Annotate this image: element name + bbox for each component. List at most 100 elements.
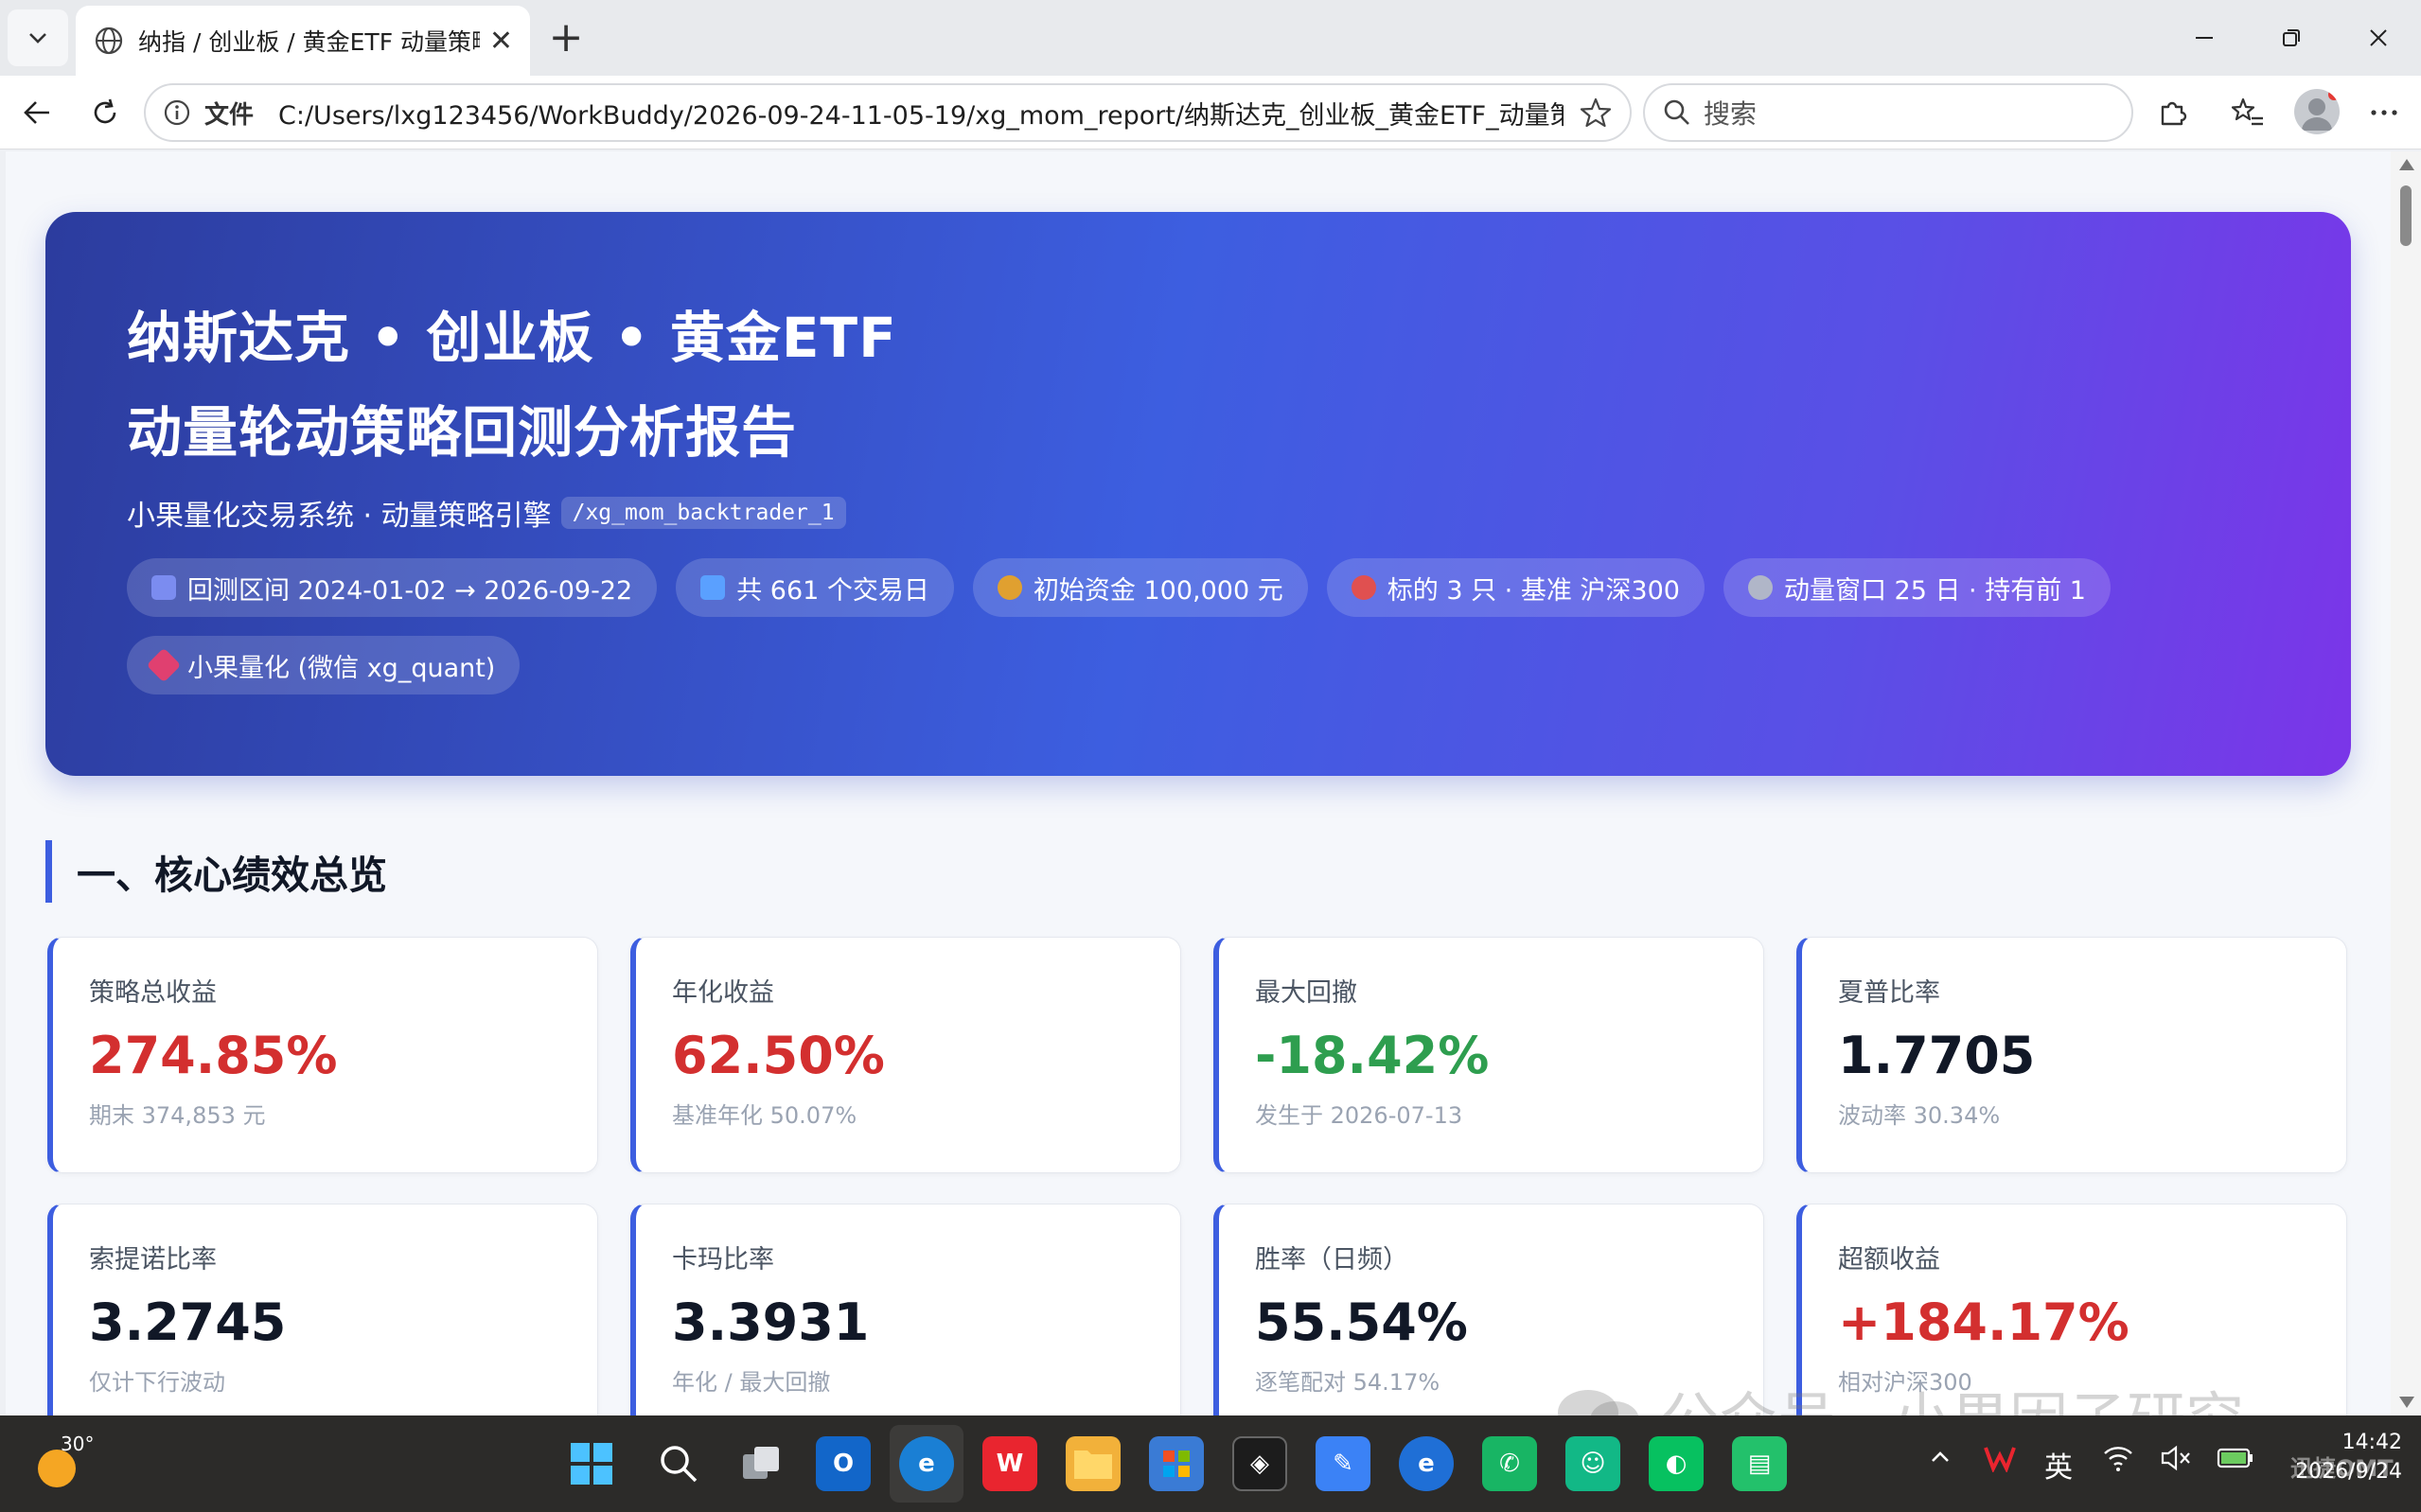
page-content[interactable]: 纳斯达克 • 创业板 • 黄金ETF 动量轮动策略回测分析报告 小果量化交易系统… (6, 151, 2391, 1415)
tab-title: 纳指 / 创业板 / 黄金ETF 动量策略回 (138, 28, 480, 56)
metric-value: -18.42% (1255, 1026, 1490, 1085)
battery-status[interactable] (2217, 1444, 2254, 1478)
metric-label: 最大回撤 (1255, 978, 1357, 1008)
chat-app[interactable]: ▤ (1732, 1436, 1787, 1491)
scroll-down-arrow-icon[interactable] (2399, 1397, 2414, 1408)
profile-avatar[interactable] (2294, 89, 2340, 134)
more-menu-button[interactable] (2360, 89, 2408, 136)
corner-watermark: 迅捷OMT (2290, 1455, 2394, 1482)
metric-label: 胜率（日频） (1255, 1245, 1408, 1275)
metric-card-sharpe-ratio: 夏普比率 1.7705 波动率 30.34% (1796, 937, 2347, 1173)
metric-card-calmar-ratio: 卡玛比率 3.3931 年化 / 最大回撤 (630, 1204, 1181, 1415)
wps-app[interactable]: W (982, 1436, 1037, 1491)
metric-subtext: 基准年化 50.07% (672, 1102, 857, 1129)
extensions-button[interactable] (2148, 89, 2196, 136)
dev-tool-app[interactable]: ◈ (1232, 1436, 1287, 1491)
close-icon (2370, 29, 2387, 46)
address-bar[interactable]: 文件 C:/Users/lxg123456/WorkBuddy/2026-09-… (144, 83, 1632, 142)
wechat-icon: ◐ (1665, 1450, 1688, 1478)
tray-wps-icon[interactable] (1984, 1444, 2016, 1480)
metric-label: 夏普比率 (1838, 978, 1940, 1008)
wifi-icon (2104, 1447, 2132, 1471)
report-title-line2: 动量轮动策略回测分析报告 (127, 400, 798, 465)
wps-tray-icon (1984, 1447, 2016, 1474)
back-button[interactable] (15, 91, 59, 134)
calendar-icon (151, 575, 176, 600)
chevron-down-icon (29, 33, 46, 44)
info-chip-row-2: 小果量化 (微信 xg_quant) (127, 636, 539, 694)
metric-subtext: 波动率 30.34% (1838, 1102, 2001, 1129)
task-view-button[interactable] (734, 1436, 789, 1491)
puzzle-icon (2161, 101, 2187, 126)
page-scrollbar[interactable] (2391, 151, 2421, 1415)
windows-logo-icon (571, 1443, 612, 1485)
metric-value: 274.85% (89, 1026, 338, 1085)
strategy-code-tag: /xg_mom_backtrader_1 (560, 497, 846, 529)
metric-subtext: 期末 374,853 元 (89, 1102, 266, 1129)
cube-icon: ◈ (1250, 1450, 1269, 1478)
metric-value: 55.54% (1255, 1292, 1468, 1352)
close-window-button[interactable] (2336, 17, 2421, 59)
metric-label: 策略总收益 (89, 978, 217, 1008)
edge-browser-app[interactable]: e (899, 1436, 954, 1491)
minimize-button[interactable] (2162, 17, 2247, 59)
new-tab-button[interactable]: + (541, 17, 591, 61)
wps-icon: W (996, 1450, 1024, 1478)
section-title-performance: 一、核心绩效总览 (45, 840, 387, 903)
globe-icon (95, 26, 123, 55)
search-icon (1664, 99, 1689, 125)
metric-label: 超额收益 (1838, 1245, 1940, 1275)
browser-tab-active[interactable]: 纳指 / 创业板 / 黄金ETF 动量策略回 ✕ (76, 6, 530, 76)
info-icon[interactable] (163, 98, 191, 127)
outlook-icon: O (832, 1450, 855, 1478)
weather-widget[interactable]: 30° (34, 1433, 97, 1495)
microsoft-store-app[interactable] (1149, 1436, 1204, 1491)
refresh-icon (94, 98, 116, 124)
workbuddy-app[interactable]: ☺ (1565, 1436, 1620, 1491)
metric-subtext: 年化 / 最大回撤 (672, 1369, 831, 1396)
refresh-button[interactable] (83, 91, 127, 134)
report-subtitle: 小果量化交易系统 · 动量策略引擎 /xg_mom_backtrader_1 (127, 492, 846, 534)
tab-close-button[interactable]: ✕ (489, 25, 513, 58)
taskbar-search-button[interactable] (651, 1436, 706, 1491)
favorite-star-icon[interactable] (1579, 96, 1613, 130)
wifi-status[interactable] (2103, 1444, 2133, 1480)
favorites-button[interactable] (2224, 89, 2271, 136)
metric-value: 3.3931 (672, 1292, 870, 1352)
start-button[interactable] (564, 1436, 619, 1491)
chip-label: 小果量化 (微信 xg_quant) (187, 653, 496, 683)
url-text[interactable]: C:/Users/lxg123456/WorkBuddy/2026-09-24-… (278, 95, 1564, 132)
chip-label: 初始资金 100,000 元 (1033, 575, 1283, 606)
tray-overflow-button[interactable] (1927, 1444, 1953, 1478)
file-explorer-app[interactable] (1066, 1436, 1121, 1491)
messaging-app[interactable]: ✆ (1482, 1436, 1537, 1491)
task-view-icon (743, 1447, 779, 1479)
chat-bubble-icon: ▤ (1747, 1450, 1772, 1478)
restore-button[interactable] (2249, 17, 2334, 59)
wechat-app[interactable]: ◐ (1649, 1436, 1704, 1491)
chip-label: 共 661 个交易日 (736, 575, 929, 606)
chip-backtest-period: 回测区间 2024-01-02 → 2026-09-22 (127, 558, 658, 617)
outlook-app[interactable]: O (816, 1436, 871, 1491)
input-method-indicator[interactable]: 英 (2044, 1444, 2073, 1486)
scrollbar-thumb[interactable] (2400, 185, 2412, 246)
metric-subtext: 发生于 2026-07-13 (1255, 1102, 1463, 1129)
edge-ai-app[interactable]: e (1399, 1436, 1454, 1491)
scroll-up-arrow-icon[interactable] (2399, 159, 2414, 170)
battery-charging-icon (2217, 1448, 2253, 1468)
volume-status[interactable] (2160, 1444, 2192, 1480)
gear-icon (1747, 575, 1773, 600)
chip-wechat-contact: 小果量化 (微信 xg_quant) (127, 636, 521, 694)
metric-card-total-return: 策略总收益 274.85% 期末 374,853 元 (47, 937, 598, 1173)
metric-value: 3.2745 (89, 1292, 287, 1352)
search-box[interactable]: 搜索 (1643, 83, 2133, 142)
chip-label: 回测区间 2024-01-02 → 2026-09-22 (187, 575, 633, 606)
paint-app[interactable]: ✎ (1316, 1436, 1370, 1491)
tab-list-button[interactable] (8, 9, 68, 66)
metric-label: 年化收益 (672, 978, 774, 1008)
metric-card-sortino-ratio: 索提诺比率 3.2745 仅计下行波动 (47, 1204, 598, 1415)
wechat-watermark: 公众号 · 小果因子研究 (1554, 1372, 2244, 1415)
target-icon (1351, 575, 1376, 600)
chip-label: 标的 3 只 · 基准 沪深300 (1387, 575, 1680, 606)
search-placeholder: 搜索 (1704, 98, 1758, 130)
